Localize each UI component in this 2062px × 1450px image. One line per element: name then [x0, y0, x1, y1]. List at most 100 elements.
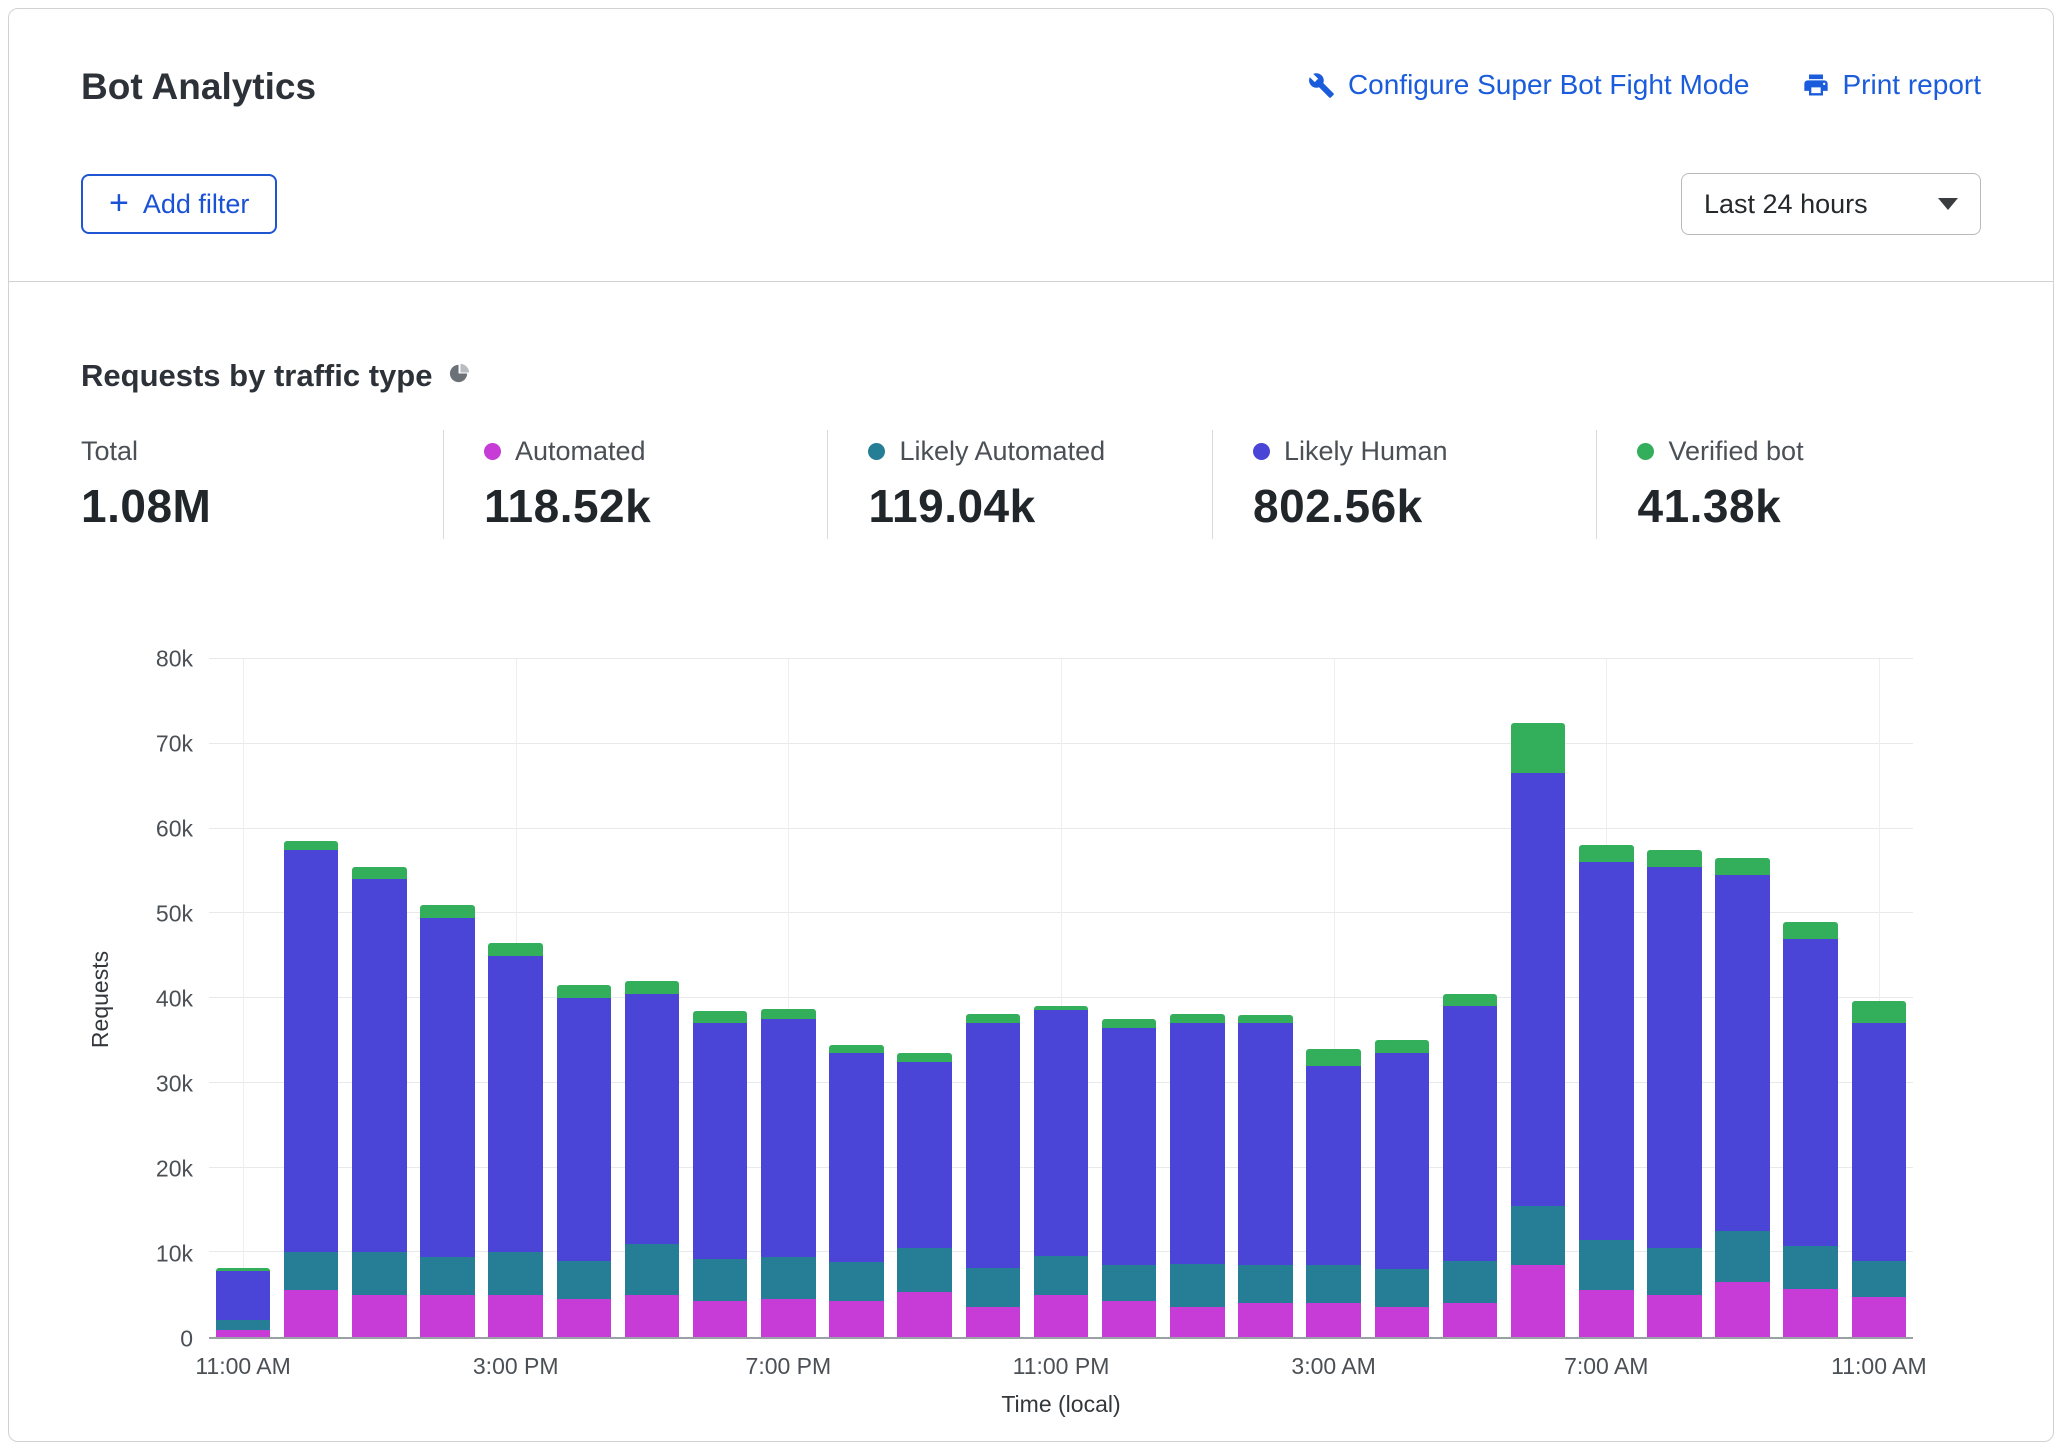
wrench-icon	[1308, 72, 1335, 99]
bar-segment-automated	[693, 1301, 748, 1337]
bar-segment-automated	[966, 1307, 1021, 1338]
bar-segment-automated	[1238, 1303, 1293, 1337]
stacked-bar[interactable]	[1783, 659, 1838, 1337]
bar-segment-automated	[1783, 1289, 1838, 1337]
stat-likely-human[interactable]: Likely Human 802.56k	[1212, 430, 1597, 539]
stacked-bar[interactable]	[284, 659, 339, 1337]
bar-segment-likely-human	[1238, 1023, 1293, 1265]
bar-segment-verified-bot	[557, 985, 612, 998]
bar-segment-verified-bot	[1443, 994, 1498, 1007]
plus-icon: +	[109, 186, 129, 220]
bar-segment-likely-human	[966, 1023, 1021, 1269]
stacked-bar[interactable]	[1102, 659, 1157, 1337]
time-range-value: Last 24 hours	[1704, 189, 1868, 220]
bar-segment-automated	[1647, 1295, 1702, 1337]
bar-segment-likely-human	[1170, 1023, 1225, 1265]
bar-segment-automated	[488, 1295, 543, 1337]
configure-super-bot-fight-mode-link[interactable]: Configure Super Bot Fight Mode	[1308, 69, 1750, 101]
stacked-bar[interactable]	[761, 659, 816, 1337]
stacked-bar[interactable]	[1170, 659, 1225, 1337]
bar-segment-automated	[1511, 1265, 1566, 1337]
stacked-bar[interactable]	[829, 659, 884, 1337]
bar-segment-automated	[625, 1295, 680, 1337]
bar-segment-verified-bot	[1238, 1015, 1293, 1023]
stacked-bar[interactable]	[1579, 659, 1634, 1337]
stacked-bar[interactable]	[1443, 659, 1498, 1337]
bar-segment-automated	[1443, 1303, 1498, 1337]
stacked-bar[interactable]	[1852, 659, 1907, 1337]
bar-segment-likely-human	[1511, 773, 1566, 1205]
stacked-bar[interactable]	[1647, 659, 1702, 1337]
stacked-bar[interactable]	[1715, 659, 1770, 1337]
x-tick-label: 3:00 AM	[1291, 1353, 1375, 1380]
bar-segment-verified-bot	[1647, 850, 1702, 867]
bar-segment-likely-human	[1034, 1010, 1089, 1256]
stacked-bar[interactable]	[1306, 659, 1361, 1337]
bar-segment-verified-bot	[1579, 845, 1634, 862]
stacked-bar[interactable]	[1511, 659, 1566, 1337]
stat-verified-bot[interactable]: Verified bot 41.38k	[1596, 430, 1981, 539]
bar-segment-likely-automated	[1852, 1261, 1907, 1297]
stacked-bar[interactable]	[1034, 659, 1089, 1337]
stacked-bar[interactable]	[966, 659, 1021, 1337]
y-tick-label: 40k	[156, 986, 193, 1013]
stacked-bar[interactable]	[352, 659, 407, 1337]
stacked-bar[interactable]	[897, 659, 952, 1337]
bot-analytics-card: Bot Analytics Configure Super Bot Fight …	[8, 8, 2054, 1442]
bar-segment-likely-human	[216, 1271, 271, 1320]
bar-segment-likely-automated	[1579, 1240, 1634, 1291]
section-title: Requests by traffic type	[81, 358, 432, 394]
page-title: Bot Analytics	[81, 65, 316, 109]
stat-total-label: Total	[81, 436, 138, 467]
stacked-bar[interactable]	[693, 659, 748, 1337]
y-tick-label: 20k	[156, 1156, 193, 1183]
bar-segment-likely-automated	[1511, 1206, 1566, 1265]
bar-segment-likely-automated	[966, 1268, 1021, 1306]
stat-total[interactable]: Total 1.08M	[81, 430, 443, 539]
y-axis-title: Requests	[81, 659, 121, 1339]
add-filter-button[interactable]: + Add filter	[81, 174, 277, 234]
stacked-bar[interactable]	[420, 659, 475, 1337]
bar-segment-automated	[1375, 1307, 1430, 1338]
bar-segment-likely-human	[420, 918, 475, 1257]
bar-segment-likely-human	[1852, 1023, 1907, 1260]
bar-segment-likely-human	[1579, 862, 1634, 1239]
stacked-bar[interactable]	[1375, 659, 1430, 1337]
stat-likely-automated-value: 119.04k	[868, 479, 1212, 533]
bar-segment-likely-automated	[897, 1248, 952, 1292]
stat-likely-automated[interactable]: Likely Automated 119.04k	[827, 430, 1212, 539]
bar-segment-verified-bot	[420, 905, 475, 918]
stacked-bar[interactable]	[625, 659, 680, 1337]
print-report-link[interactable]: Print report	[1802, 69, 1982, 101]
x-axis-ticks: 11:00 AM3:00 PM7:00 PM11:00 PM3:00 AM7:0…	[209, 1339, 1913, 1385]
requests-section: Requests by traffic type Total 1.08M Aut…	[9, 282, 2053, 539]
stacked-bar[interactable]	[488, 659, 543, 1337]
stat-likely-human-value: 802.56k	[1253, 479, 1597, 533]
y-tick-label: 30k	[156, 1071, 193, 1098]
stat-automated[interactable]: Automated 118.52k	[443, 430, 828, 539]
bar-segment-likely-automated	[557, 1261, 612, 1299]
stacked-bar[interactable]	[216, 659, 271, 1337]
stat-automated-value: 118.52k	[484, 479, 828, 533]
y-tick-label: 80k	[156, 646, 193, 673]
bar-segment-likely-human	[284, 850, 339, 1253]
add-filter-label: Add filter	[143, 189, 250, 220]
stat-verified-bot-value: 41.38k	[1637, 479, 1981, 533]
stacked-bar[interactable]	[1238, 659, 1293, 1337]
bar-segment-verified-bot	[284, 841, 339, 849]
likely-automated-legend-dot	[868, 443, 885, 460]
stacked-bar[interactable]	[557, 659, 612, 1337]
chevron-down-icon	[1938, 198, 1958, 210]
x-axis-title: Time (local)	[209, 1391, 1913, 1418]
time-range-select[interactable]: Last 24 hours	[1681, 173, 1981, 235]
bar-segment-likely-human	[1375, 1053, 1430, 1269]
bar-segment-likely-human	[1783, 939, 1838, 1247]
bar-segment-automated	[1170, 1307, 1225, 1338]
bar-segment-likely-human	[352, 879, 407, 1252]
stat-total-value: 1.08M	[81, 479, 443, 533]
y-axis-ticks: 010k20k30k40k50k60k70k80k	[121, 659, 209, 1339]
traffic-type-legend: Total 1.08M Automated 118.52k Likely Aut…	[81, 430, 1981, 539]
bar-segment-likely-automated	[1647, 1248, 1702, 1295]
y-tick-label: 50k	[156, 901, 193, 928]
bar-segment-verified-bot	[829, 1045, 884, 1053]
